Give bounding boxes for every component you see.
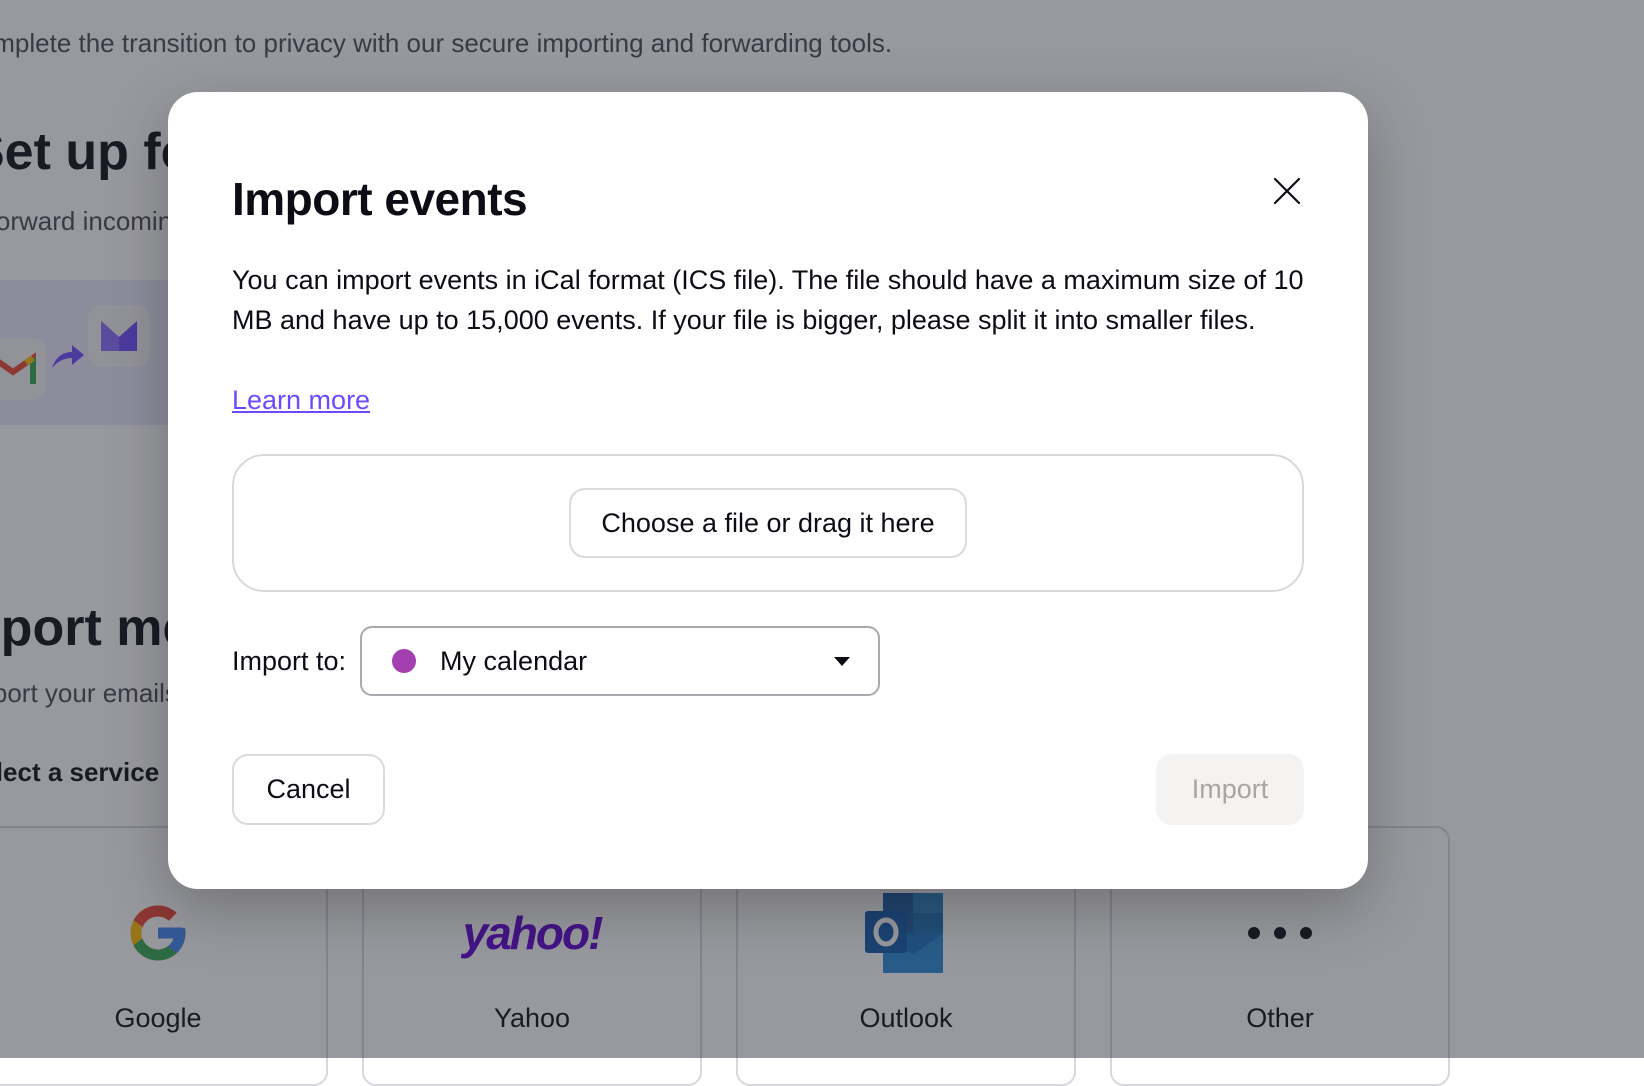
- caret-down-icon: [834, 656, 851, 666]
- calendar-color-dot: [392, 649, 417, 673]
- dialog-title: Import events: [232, 173, 528, 225]
- import-to-label: Import to:: [232, 645, 347, 676]
- file-dropzone[interactable]: Choose a file or drag it here: [232, 454, 1304, 592]
- choose-file-button[interactable]: Choose a file or drag it here: [569, 488, 967, 558]
- close-button[interactable]: [1268, 172, 1306, 210]
- import-events-dialog: Import events You can import events in i…: [168, 92, 1368, 889]
- import-button[interactable]: Import: [1156, 754, 1304, 825]
- dialog-description: You can import events in iCal format (IC…: [232, 265, 1304, 335]
- calendar-select[interactable]: My calendar: [360, 626, 881, 696]
- cancel-button[interactable]: Cancel: [232, 754, 385, 825]
- calendar-name: My calendar: [440, 645, 588, 676]
- import-to-row: Import to: My calendar: [232, 626, 881, 696]
- learn-more-link[interactable]: Learn more: [232, 380, 370, 420]
- close-icon: [1273, 177, 1301, 205]
